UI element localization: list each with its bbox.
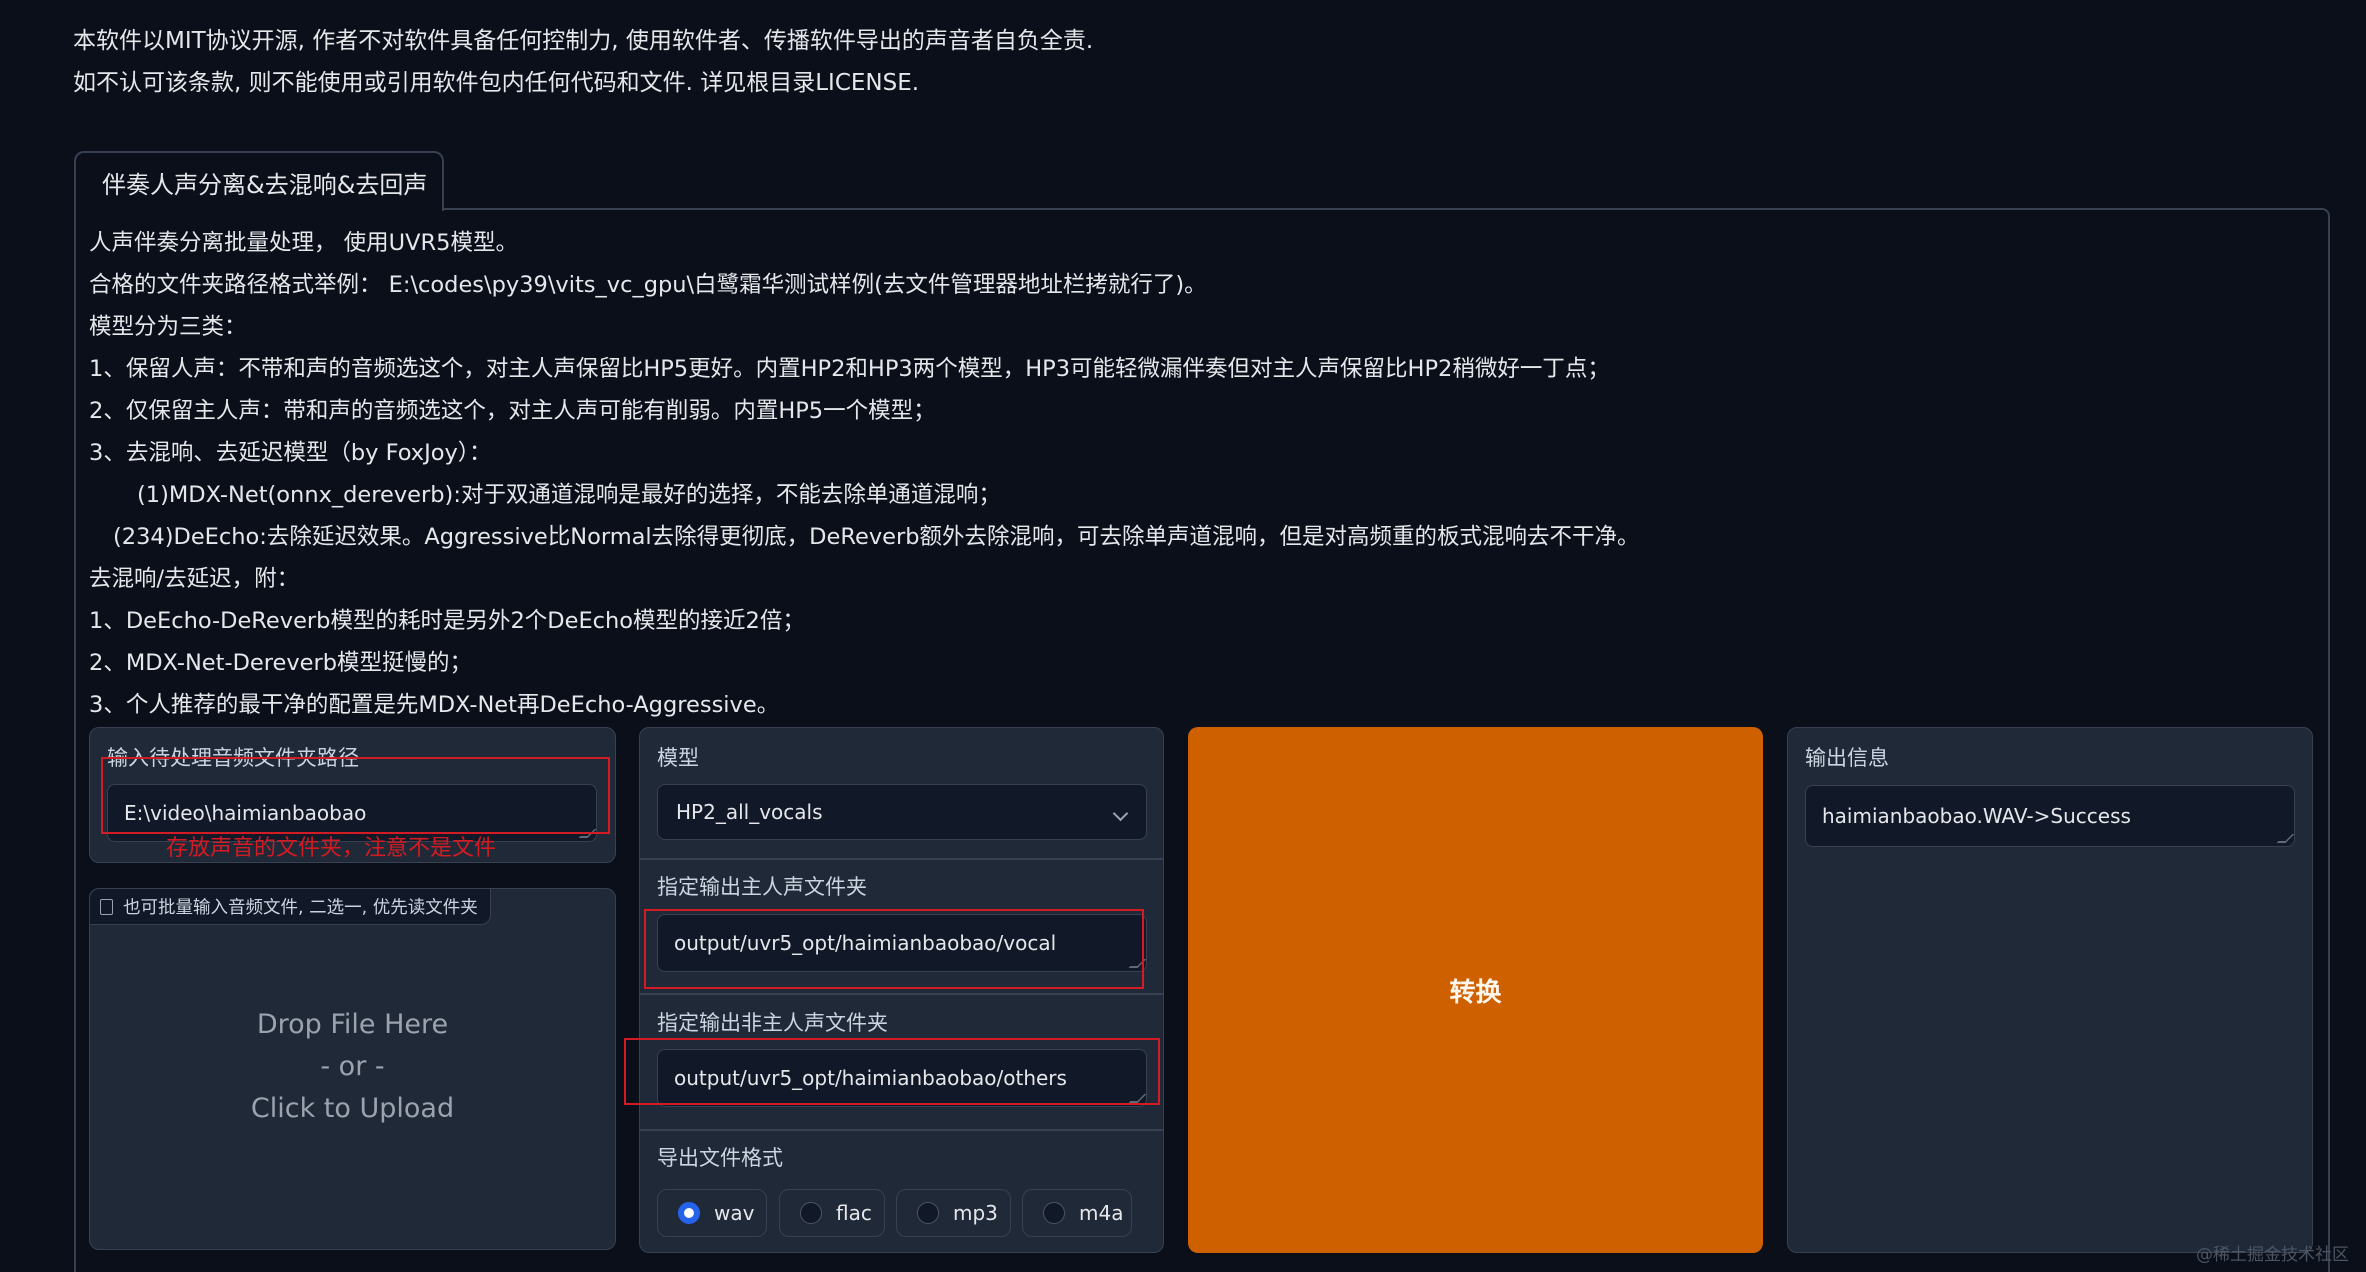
description: 人声伴奏分离批量处理， 使用UVR5模型。 合格的文件夹路径格式举例： E:\c… bbox=[89, 222, 1640, 726]
radio-icon bbox=[1043, 1202, 1065, 1224]
file-upload-dropzone[interactable]: 也可批量输入音频文件, 二选一, 优先读文件夹 Drop File Here -… bbox=[89, 888, 616, 1250]
license-line-1: 本软件以MIT协议开源, 作者不对软件具备任何控制力, 使用软件者、传播软件导出… bbox=[73, 28, 1094, 54]
desc-line: (234)DeEcho:去除延迟效果。Aggressive比Normal去除得更… bbox=[113, 524, 1640, 550]
output-block: 输出信息 haimianbaobao.WAV->Success bbox=[1787, 727, 2313, 1253]
drop-hint-line: Drop File Here bbox=[256, 1009, 449, 1040]
divider bbox=[640, 993, 1163, 995]
tab-uvr5[interactable]: 伴奏人声分离&去混响&去回声 bbox=[74, 151, 444, 211]
others-out-value: output/uvr5_opt/haimianbaobao/others bbox=[674, 1066, 1067, 1090]
app-root: 本软件以MIT协议开源, 作者不对软件具备任何控制力, 使用软件者、传播软件导出… bbox=[0, 0, 2366, 1272]
convert-button[interactable]: 转换 bbox=[1188, 727, 1763, 1253]
watermark: @稀土掘金技术社区 bbox=[2196, 1245, 2349, 1265]
output-label: 输出信息 bbox=[1805, 746, 1889, 770]
model-label: 模型 bbox=[657, 746, 699, 770]
resize-grip-icon[interactable] bbox=[1128, 959, 1147, 968]
vocal-out-label: 指定输出主人声文件夹 bbox=[657, 875, 867, 899]
vocal-out-value: output/uvr5_opt/haimianbaobao/vocal bbox=[674, 931, 1057, 955]
drop-hint-line: Click to Upload bbox=[250, 1093, 455, 1124]
format-option-label: m4a bbox=[1079, 1201, 1124, 1225]
desc-line: 3、去混响、去延迟模型（by FoxJoy）： bbox=[89, 440, 492, 466]
model-select[interactable]: HP2_all_vocals bbox=[657, 784, 1147, 840]
input-dir-value: E:\video\haimianbaobao bbox=[124, 801, 367, 825]
desc-line: 1、保留人声：不带和声的音频选这个，对主人声保留比HP5更好。内置HP2和HP3… bbox=[89, 356, 1610, 382]
format-option-label: wav bbox=[714, 1201, 755, 1225]
format-option-wav[interactable]: wav bbox=[657, 1189, 767, 1237]
vocal-out-field[interactable]: output/uvr5_opt/haimianbaobao/vocal bbox=[657, 914, 1147, 972]
divider bbox=[640, 858, 1163, 860]
format-option-label: flac bbox=[836, 1201, 872, 1225]
license-line-2: 如不认可该条款, 则不能使用或引用软件包内任何代码和文件. 详见根目录LICEN… bbox=[73, 70, 920, 96]
desc-line: (1)MDX-Net(onnx_dereverb):对于双通道混响是最好的选择，… bbox=[137, 482, 1001, 508]
format-label: 导出文件格式 bbox=[657, 1146, 783, 1170]
others-out-field[interactable]: output/uvr5_opt/haimianbaobao/others bbox=[657, 1049, 1147, 1107]
desc-line: 3、个人推荐的最干净的配置是先MDX-Net再DeEcho-Aggressive… bbox=[89, 692, 780, 718]
format-option-m4a[interactable]: m4a bbox=[1022, 1189, 1132, 1237]
license-notice: 本软件以MIT协议开源, 作者不对软件具备任何控制力, 使用软件者、传播软件导出… bbox=[73, 20, 1093, 104]
upload-label-text: 也可批量输入音频文件, 二选一, 优先读文件夹 bbox=[123, 898, 478, 918]
output-field[interactable]: haimianbaobao.WAV->Success bbox=[1805, 785, 2295, 847]
desc-line: 去混响/去延迟，附： bbox=[89, 566, 300, 592]
desc-line: 人声伴奏分离批量处理， 使用UVR5模型。 bbox=[89, 230, 518, 256]
desc-line: 模型分为三类： bbox=[89, 314, 247, 340]
file-icon bbox=[100, 898, 113, 915]
desc-line: 1、DeEcho-DeReverb模型的耗时是另外2个DeEcho模型的接近2倍… bbox=[89, 608, 805, 634]
upload-label: 也可批量输入音频文件, 二选一, 优先读文件夹 bbox=[90, 889, 491, 925]
resize-grip-icon[interactable] bbox=[1128, 1094, 1147, 1103]
resize-grip-icon[interactable] bbox=[578, 829, 597, 838]
radio-icon bbox=[800, 1202, 822, 1224]
desc-line: 2、MDX-Net-Dereverb模型挺慢的； bbox=[89, 650, 473, 676]
settings-column: 模型 HP2_all_vocals 指定输出主人声文件夹 output/uvr5… bbox=[639, 727, 1164, 1253]
output-value: haimianbaobao.WAV->Success bbox=[1822, 804, 2131, 828]
desc-line: 合格的文件夹路径格式举例： E:\codes\py39\vits_vc_gpu\… bbox=[89, 272, 1207, 298]
input-dir-annotation: 存放声音的文件夹，注意不是文件 bbox=[166, 836, 497, 861]
drop-hint-line: - or - bbox=[320, 1051, 385, 1082]
drop-hint: Drop File Here - or - Click to Upload bbox=[90, 1004, 615, 1130]
others-out-label: 指定输出非主人声文件夹 bbox=[657, 1011, 888, 1035]
radio-icon bbox=[917, 1202, 939, 1224]
format-option-flac[interactable]: flac bbox=[779, 1189, 885, 1237]
desc-line: 2、仅保留主人声：带和声的音频选这个，对主人声可能有削弱。内置HP5一个模型； bbox=[89, 398, 936, 424]
chevron-down-icon bbox=[1112, 805, 1129, 822]
resize-grip-icon[interactable] bbox=[2276, 834, 2295, 843]
radio-selected-icon bbox=[678, 1202, 700, 1224]
model-selected: HP2_all_vocals bbox=[676, 800, 823, 824]
format-option-mp3[interactable]: mp3 bbox=[896, 1189, 1011, 1237]
input-dir-label: 输入待处理音频文件夹路径 bbox=[107, 746, 359, 770]
divider bbox=[640, 1129, 1163, 1131]
format-option-label: mp3 bbox=[953, 1201, 998, 1225]
